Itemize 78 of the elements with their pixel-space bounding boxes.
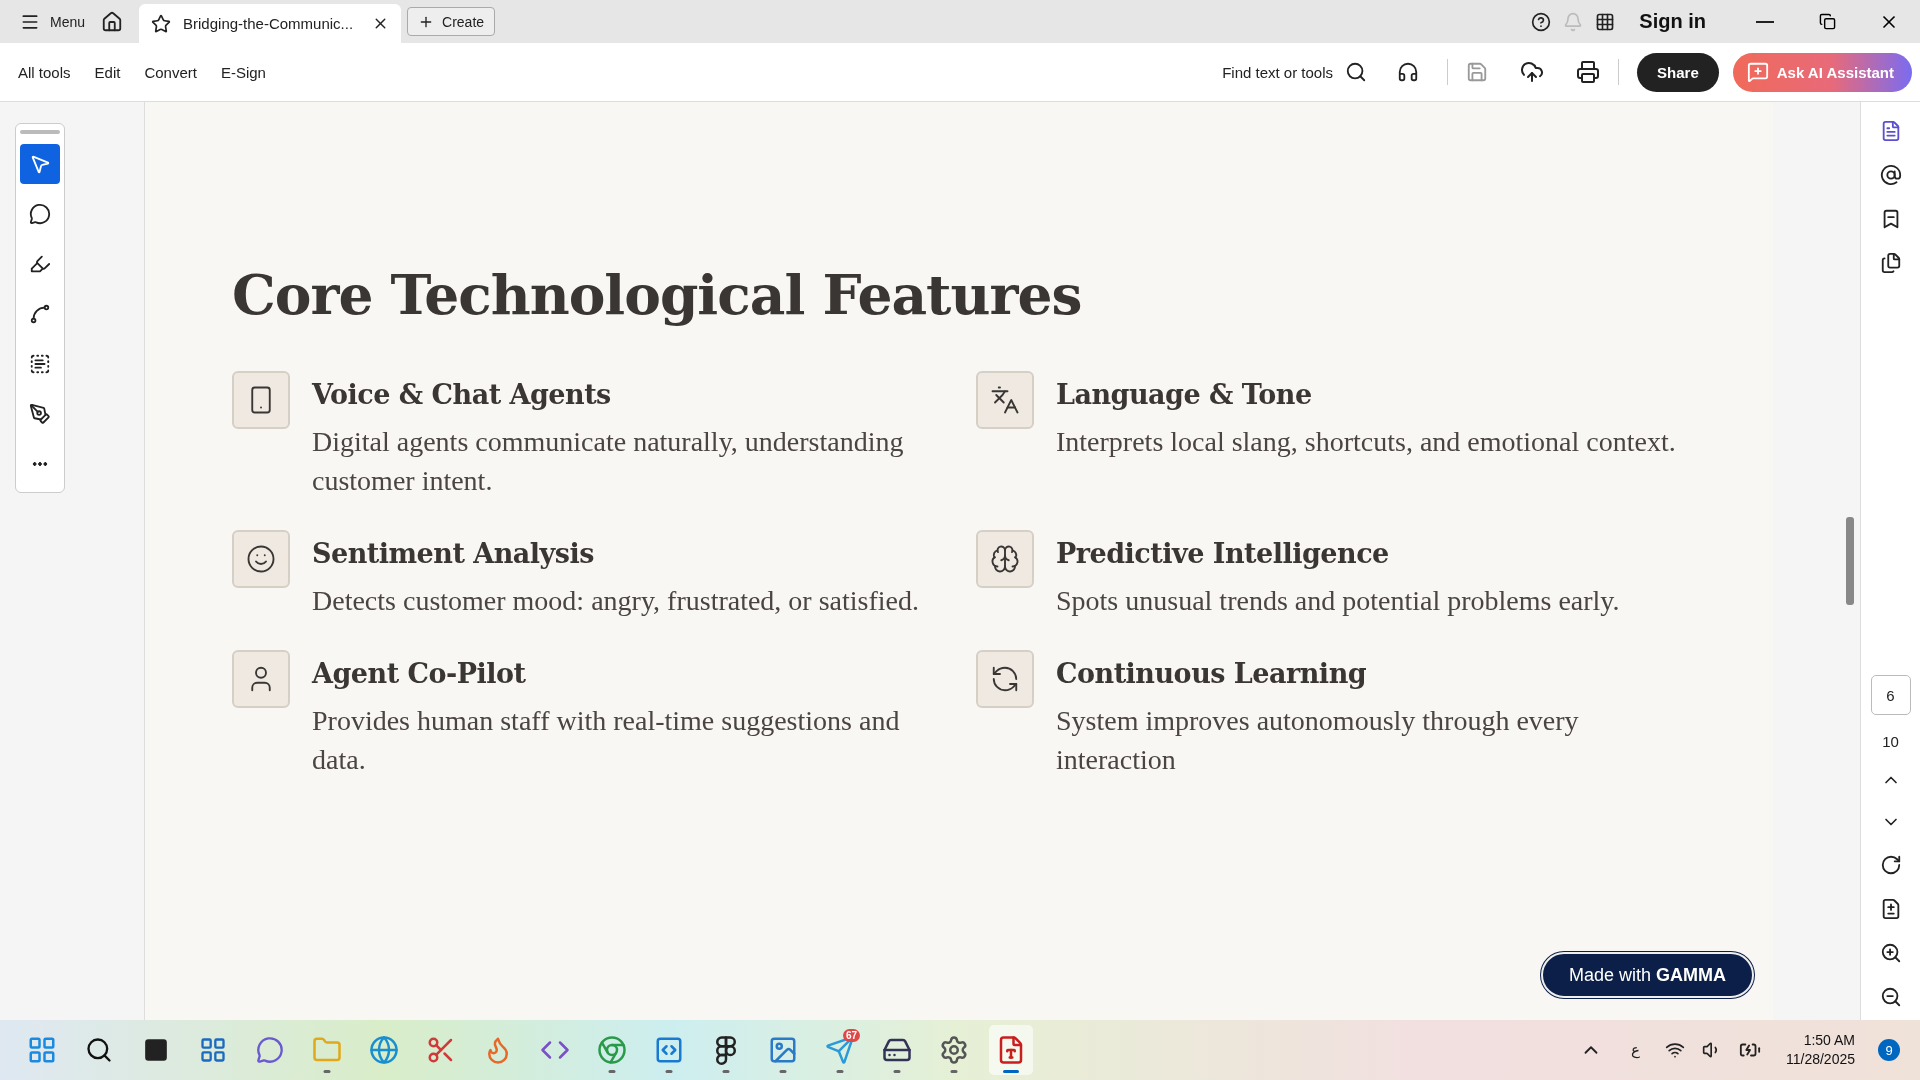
gear-icon (939, 1035, 969, 1065)
widgets-icon (199, 1036, 227, 1064)
toolbar-menu-item[interactable]: All tools (8, 55, 81, 89)
page-number-field[interactable]: 6 (1870, 675, 1911, 715)
feature-title: Language & Tone (1056, 379, 1313, 410)
feature-description: Digital agents communicate naturally, understanding customer intent. (312, 425, 905, 498)
feature-title: Continuous Learning (1056, 658, 1368, 689)
running-indicator (323, 1070, 331, 1073)
feature-description: Spots unusual trends and potential problems early. (1056, 584, 1620, 618)
scrollbar-thumb[interactable] (1846, 517, 1854, 605)
made-with-badge[interactable]: Made with GAMMA (1540, 952, 1754, 998)
running-indicator (665, 1070, 673, 1073)
home-icon (101, 10, 124, 33)
share-button[interactable]: Share (1637, 52, 1719, 92)
page-title: Core Technological Features (232, 262, 1083, 327)
feature-title: Sentiment Analysis (312, 538, 595, 569)
sign-in-button[interactable]: Sign in (1621, 0, 1734, 43)
create-button[interactable]: Create (407, 7, 496, 36)
running-indicator (893, 1070, 901, 1073)
rotate-icon (1879, 854, 1902, 876)
smile-icon (246, 544, 276, 574)
feature-description: Interprets local slang, shortcuts, and emotional context. (1056, 425, 1676, 459)
clock[interactable]: 1:50 AM 11/28/2025 (1775, 1031, 1865, 1069)
restore-icon (1818, 13, 1836, 30)
clock-time: 1:50 AM (1803, 1031, 1855, 1050)
grid-icon (1595, 11, 1616, 32)
zoom-out-icon (1879, 986, 1902, 1008)
document-tab[interactable]: Bridging-the-Communic... (139, 4, 402, 43)
curve-icon (29, 303, 51, 325)
running-indicator (1003, 1070, 1019, 1073)
page-count: 10 (1882, 733, 1899, 750)
printer-icon (1576, 60, 1601, 84)
save-icon (1466, 61, 1489, 83)
pointer-icon (29, 153, 51, 175)
running-indicator (779, 1070, 787, 1073)
find-button[interactable]: Find text or tools (1212, 55, 1378, 89)
running-indicator (836, 1070, 844, 1073)
notification-count[interactable]: 9 (1878, 1039, 1900, 1061)
language-icon (990, 385, 1020, 415)
feature-title: Voice & Chat Agents (312, 379, 612, 410)
pages-icon (1879, 252, 1902, 274)
help-icon (1531, 11, 1552, 32)
clock-date: 11/28/2025 (1785, 1050, 1855, 1069)
menu-button[interactable]: Menu (10, 0, 96, 43)
drag-handle[interactable] (20, 130, 60, 134)
windows-icon (27, 1035, 57, 1065)
search-icon (1345, 61, 1368, 83)
pen-icon (29, 403, 51, 425)
wifi-icon (1664, 1040, 1685, 1060)
star-icon[interactable] (151, 13, 172, 34)
highlighter-icon (29, 253, 51, 275)
headphones-icon (1397, 61, 1420, 83)
feature-title: Agent Co-Pilot (312, 658, 527, 689)
cycle-icon (990, 664, 1020, 694)
more-icon (32, 462, 48, 466)
toolbar-menu-item[interactable]: Convert (134, 55, 207, 89)
minimize-icon (1756, 20, 1774, 23)
running-indicator (722, 1070, 730, 1073)
running-indicator (608, 1070, 616, 1073)
taskbar-app[interactable]: 67 (818, 1025, 862, 1075)
cloud-upload-icon (1520, 60, 1545, 84)
toolbar-menu-item[interactable]: Edit (84, 55, 131, 89)
code-editor-icon (654, 1035, 684, 1065)
language-indicator[interactable]: ع (1621, 1041, 1650, 1059)
search-icon (85, 1036, 113, 1064)
image-icon (768, 1035, 798, 1065)
feature-title: Predictive Intelligence (1056, 538, 1390, 569)
browser-icon (597, 1035, 627, 1065)
feature-description: Provides human staff with real-time suggestions and data. (312, 704, 901, 777)
zoom-in-icon (1879, 942, 1902, 964)
bell-icon (1563, 11, 1584, 32)
feature-description: Detects customer mood: angry, frustrated, or satisfied. (312, 584, 919, 618)
unread-count-badge: 67 (842, 1029, 860, 1042)
feature-description: System improves autonomously through every interaction (1056, 704, 1580, 777)
text-box-icon (29, 353, 51, 375)
globe-icon (369, 1035, 399, 1065)
toolbar-menu-item[interactable]: E-Sign (210, 55, 276, 89)
running-indicator (950, 1070, 958, 1073)
